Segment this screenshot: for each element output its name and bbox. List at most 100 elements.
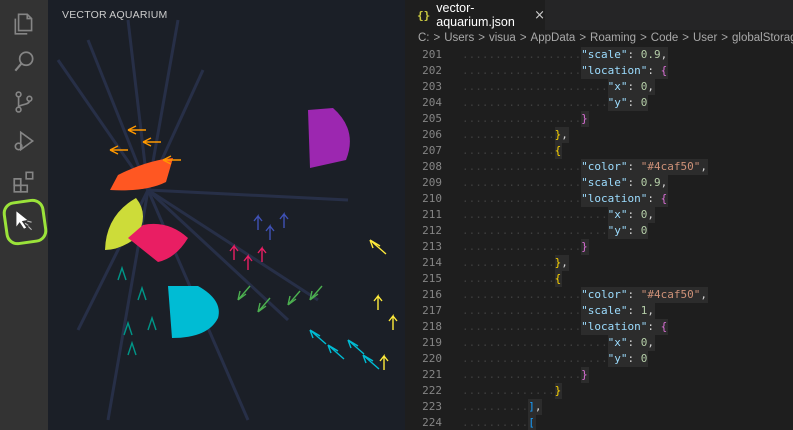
line-number: 203 xyxy=(422,80,442,93)
code-token: "y" xyxy=(607,352,628,365)
code-line: 213..................} xyxy=(405,239,793,255)
code-token: } xyxy=(581,240,588,253)
code-line: 217.................. "scale": 1, xyxy=(405,303,793,319)
code-token: "y" xyxy=(607,96,628,109)
line-number: 202 xyxy=(422,64,442,77)
code-line: 205..................} xyxy=(405,111,793,127)
code-line: 220...................... "y": 0 xyxy=(405,351,793,367)
code-text: ], xyxy=(528,399,543,415)
code-text: { xyxy=(554,271,563,287)
code-line: 223..........], xyxy=(405,399,793,415)
code-line: 201.................. "scale": 0.9, xyxy=(405,47,793,63)
code-token: { xyxy=(554,144,562,157)
breadcrumb-segment[interactable]: Code xyxy=(651,32,679,44)
indent-whitespace: ...................... xyxy=(462,336,608,349)
school-green xyxy=(237,285,323,313)
code-token: , xyxy=(647,336,654,349)
code-line: 219...................... "x": 0, xyxy=(405,335,793,351)
indent-whitespace: .................. xyxy=(462,176,582,189)
code-text: "location": { xyxy=(581,191,669,207)
code-token: , xyxy=(561,128,568,141)
close-icon[interactable]: × xyxy=(534,8,545,23)
code-line: 221..................} xyxy=(405,367,793,383)
indent-whitespace: .............. xyxy=(462,256,555,269)
breadcrumb-segment[interactable]: User xyxy=(693,32,717,44)
code-token: : xyxy=(627,304,641,317)
indent-whitespace: .......... xyxy=(462,416,529,429)
indent-whitespace: ...................... xyxy=(462,208,608,221)
line-number: 209 xyxy=(422,176,442,189)
code-text: } xyxy=(581,239,589,255)
tab-vector-aquarium-json[interactable]: {} vector-aquarium.json × xyxy=(405,0,545,30)
breadcrumb-segment[interactable]: AppData xyxy=(531,32,576,44)
indent-whitespace: ...................... xyxy=(462,96,608,109)
code-line: 207..............{ xyxy=(405,143,793,159)
code-token: "x" xyxy=(607,336,628,349)
code-token: : xyxy=(647,320,661,333)
breadcrumb-segment[interactable]: globalStorage xyxy=(732,32,793,44)
code-token: 0 xyxy=(640,224,648,237)
indent-whitespace: .................. xyxy=(462,368,582,381)
code-line: 224..........[ xyxy=(405,415,793,430)
code-line: 202.................. "location": { xyxy=(405,63,793,79)
code-token: , xyxy=(647,80,654,93)
code-token: { xyxy=(660,320,668,333)
code-area[interactable]: 201.................. "scale": 0.9, 202...… xyxy=(405,47,793,430)
line-number: 207 xyxy=(422,144,442,157)
breadcrumb-segment[interactable]: C: xyxy=(418,32,430,44)
breadcrumb-segment[interactable]: Users xyxy=(444,32,474,44)
tab-label: vector-aquarium.json xyxy=(436,1,515,29)
code-text: "color": "#4caf50", xyxy=(581,159,708,175)
code-token: [ xyxy=(528,416,535,429)
code-token: "location" xyxy=(581,192,648,205)
breadcrumb-separator: > xyxy=(640,32,647,44)
code-token: : xyxy=(627,224,641,237)
breadcrumb-segment[interactable]: visua xyxy=(489,32,516,44)
code-token: { xyxy=(660,64,668,77)
code-token: : xyxy=(627,176,641,189)
breadcrumb-separator: > xyxy=(682,32,689,44)
code-token: "x" xyxy=(607,80,628,93)
indent-whitespace: .................. xyxy=(462,192,582,205)
code-text: "scale": 0.9, xyxy=(581,47,669,63)
code-token: { xyxy=(554,272,562,285)
code-token: 0 xyxy=(640,96,648,109)
indent-whitespace: .................. xyxy=(462,48,582,61)
code-text: } xyxy=(581,367,589,383)
code-text: "color": "#4caf50", xyxy=(581,287,708,303)
code-text: } xyxy=(581,111,589,127)
line-number: 216 xyxy=(422,288,442,301)
code-token: "scale" xyxy=(581,176,628,189)
indent-whitespace: .............. xyxy=(462,272,555,285)
code-line: 212...................... "y": 0 xyxy=(405,223,793,239)
indent-whitespace: ...................... xyxy=(462,352,608,365)
line-number: 204 xyxy=(422,96,442,109)
code-token: : xyxy=(647,192,661,205)
indent-whitespace: .............. xyxy=(462,144,555,157)
code-text: [ xyxy=(528,415,536,430)
code-token: : xyxy=(627,336,641,349)
line-number: 206 xyxy=(422,128,442,141)
code-token: , xyxy=(534,400,542,413)
code-text: } xyxy=(554,383,563,399)
code-line: 206..............}, xyxy=(405,127,793,143)
school-pink xyxy=(229,244,267,270)
editor: {} vector-aquarium.json × C: > Users > visua… xyxy=(405,0,793,430)
code-text: "location": { xyxy=(581,319,669,335)
code-token: , xyxy=(647,208,654,221)
code-line: 204...................... "y": 0 xyxy=(405,95,793,111)
code-token: : xyxy=(627,96,641,109)
breadcrumb-segment[interactable]: Roaming xyxy=(590,32,636,44)
code-text: }, xyxy=(554,255,569,271)
code-token: } xyxy=(581,112,588,125)
code-token: "scale" xyxy=(581,304,628,317)
fish-purple xyxy=(308,108,350,168)
indent-whitespace: .................. xyxy=(462,288,582,301)
line-number: 222 xyxy=(422,384,442,397)
code-token: : xyxy=(647,64,661,77)
aquarium-canvas xyxy=(56,19,398,421)
code-token: , xyxy=(660,176,668,189)
tab-bar: {} vector-aquarium.json × xyxy=(405,0,793,30)
code-token: , xyxy=(647,304,655,317)
indent-whitespace: .................. xyxy=(462,160,582,173)
